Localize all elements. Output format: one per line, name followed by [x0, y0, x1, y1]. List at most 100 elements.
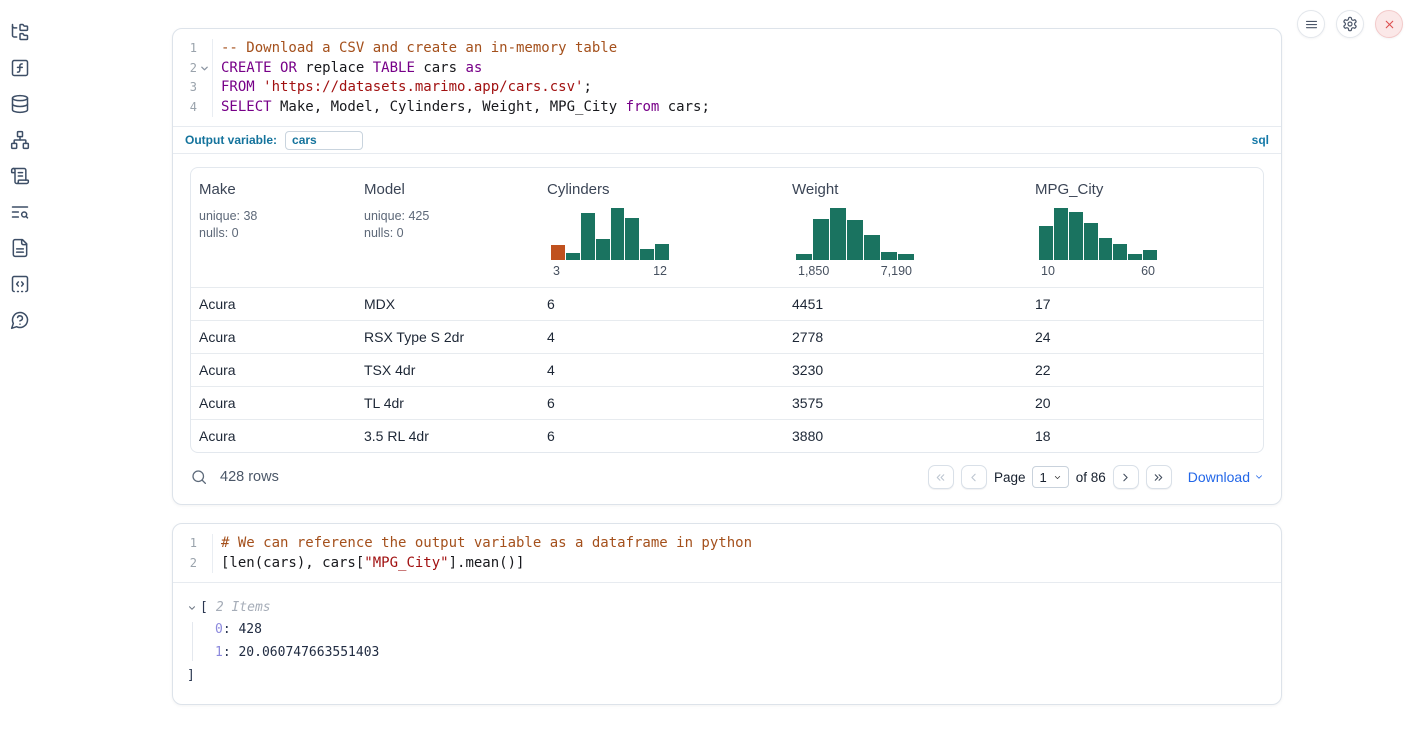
histogram-bar: [864, 235, 880, 260]
items-count-label: 2 Items: [216, 599, 271, 616]
line-number: 2: [173, 554, 197, 574]
fold-spacer: [197, 98, 212, 118]
menu-button[interactable]: [1297, 10, 1325, 38]
table-row[interactable]: Acura3.5 RL 4dr6388018: [191, 419, 1263, 452]
search-list-icon[interactable]: [10, 202, 30, 222]
tree-entry[interactable]: 1: 20.060747663551403: [215, 645, 1267, 661]
column-header-model[interactable]: Modelunique: 425nulls: 0: [356, 181, 539, 287]
table-cell: TSX 4dr: [356, 362, 539, 378]
tree-entry[interactable]: 0: 428: [215, 622, 1267, 638]
code-token: ;: [583, 79, 591, 95]
settings-button[interactable]: [1336, 10, 1364, 38]
data-table: Makeunique: 38nulls: 0Modelunique: 425nu…: [190, 167, 1264, 453]
code-token: "MPG_City": [364, 555, 448, 571]
fold-spacer: [197, 554, 212, 574]
code-token: from: [626, 99, 660, 115]
code-token: replace: [297, 60, 373, 76]
tree-header[interactable]: [ 2 Items: [187, 599, 1267, 616]
histogram[interactable]: 312: [551, 208, 669, 287]
fold-spacer: [197, 534, 212, 554]
close-button[interactable]: [1375, 10, 1403, 38]
python-cell: 1 # We can reference the output variable …: [172, 523, 1282, 705]
histogram[interactable]: 1060: [1039, 208, 1157, 287]
row-count: 428 rows: [220, 469, 279, 485]
hist-min-label: 1,850: [798, 264, 829, 278]
histogram-bar: [1099, 238, 1113, 260]
table-cell: 6: [539, 395, 784, 411]
column-header-cylinders[interactable]: Cylinders 312: [539, 181, 784, 287]
table-cell: 22: [1027, 362, 1263, 378]
column-header-mpg_city[interactable]: MPG_City 1060: [1027, 181, 1263, 287]
close-bracket: ]: [187, 668, 1267, 684]
histogram-bar: [655, 244, 669, 260]
code-token: SELECT: [221, 99, 272, 115]
download-button[interactable]: Download: [1188, 469, 1264, 485]
python-code-editor[interactable]: 1# We can reference the output variable …: [173, 524, 1281, 582]
code-token: FROM: [221, 79, 255, 95]
table-cell: 4: [539, 362, 784, 378]
scratchpad-icon[interactable]: [10, 166, 30, 186]
functions-icon[interactable]: [10, 58, 30, 78]
search-icon[interactable]: [190, 468, 208, 486]
previous-page-button[interactable]: [961, 465, 987, 489]
page-select[interactable]: 1: [1032, 466, 1068, 488]
histogram-bar: [1039, 226, 1053, 260]
tree-value: 20.060747663551403: [238, 645, 379, 660]
table-cell: Acura: [191, 296, 356, 312]
column-label: Cylinders: [547, 181, 784, 198]
table-row[interactable]: AcuraTSX 4dr4323022: [191, 353, 1263, 386]
histogram[interactable]: 1,8507,190: [796, 208, 914, 287]
documentation-icon[interactable]: [10, 238, 30, 258]
fold-spacer: [197, 39, 212, 59]
table-cell: 3230: [784, 362, 1027, 378]
line-number: 4: [173, 98, 197, 118]
code-line[interactable]: 2CREATE OR replace TABLE cars as: [173, 59, 1281, 79]
tree-children: 0: 428 1: 20.060747663551403: [192, 622, 1267, 661]
chevron-down-icon: [1053, 473, 1062, 482]
code-token: cars: [415, 60, 466, 76]
tree-key: 1: [215, 645, 223, 660]
dependency-graph-icon[interactable]: [10, 130, 30, 150]
output-variable-input[interactable]: [285, 131, 363, 150]
histogram-bar: [830, 208, 846, 260]
histogram-axis-labels: 1,8507,190: [796, 264, 914, 287]
fold-chevron-icon: [197, 59, 212, 79]
first-page-button[interactable]: [928, 465, 954, 489]
table-cell: 6: [539, 428, 784, 444]
code-line[interactable]: 1# We can reference the output variable …: [173, 534, 1281, 554]
histogram-bar: [625, 218, 639, 260]
column-label: Weight: [792, 181, 1027, 198]
chevron-left-icon: [967, 471, 980, 484]
page-label: Page: [994, 470, 1026, 485]
last-page-button[interactable]: [1146, 465, 1172, 489]
code-line[interactable]: 2[len(cars), cars["MPG_City"].mean()]: [173, 554, 1281, 574]
table-row[interactable]: AcuraRSX Type S 2dr4277824: [191, 320, 1263, 353]
column-label: MPG_City: [1035, 181, 1263, 198]
page-select-value: 1: [1039, 470, 1046, 485]
snippets-icon[interactable]: [10, 274, 30, 294]
table-row[interactable]: AcuraMDX6445117: [191, 287, 1263, 320]
sql-code-editor[interactable]: 1-- Download a CSV and create an in-memo…: [173, 29, 1281, 126]
help-icon[interactable]: [10, 310, 30, 330]
histogram-bars: [1039, 208, 1157, 260]
code-token: # We can reference the output variable a…: [221, 535, 752, 551]
code-token: -- Download a CSV and create an in-memor…: [221, 40, 617, 56]
column-header-weight[interactable]: Weight 1,8507,190: [784, 181, 1027, 287]
histogram-bar: [566, 253, 580, 260]
table-row[interactable]: AcuraTL 4dr6357520: [191, 386, 1263, 419]
datasources-icon[interactable]: [10, 94, 30, 114]
column-header-make[interactable]: Makeunique: 38nulls: 0: [191, 181, 356, 287]
chevrons-right-icon: [1152, 471, 1165, 484]
code-text: FROM 'https://datasets.marimo.app/cars.c…: [212, 78, 1281, 98]
collapse-chevron-icon[interactable]: [187, 603, 200, 613]
hist-max-label: 12: [653, 264, 667, 278]
code-line[interactable]: 1-- Download a CSV and create an in-memo…: [173, 39, 1281, 59]
code-line[interactable]: 4SELECT Make, Model, Cylinders, Weight, …: [173, 98, 1281, 118]
next-page-button[interactable]: [1113, 465, 1139, 489]
code-token: [272, 60, 280, 76]
code-token: OR: [280, 60, 297, 76]
file-tree-icon[interactable]: [10, 22, 30, 42]
histogram-bar: [1069, 212, 1083, 260]
histogram-bar: [881, 252, 897, 260]
code-line[interactable]: 3FROM 'https://datasets.marimo.app/cars.…: [173, 78, 1281, 98]
